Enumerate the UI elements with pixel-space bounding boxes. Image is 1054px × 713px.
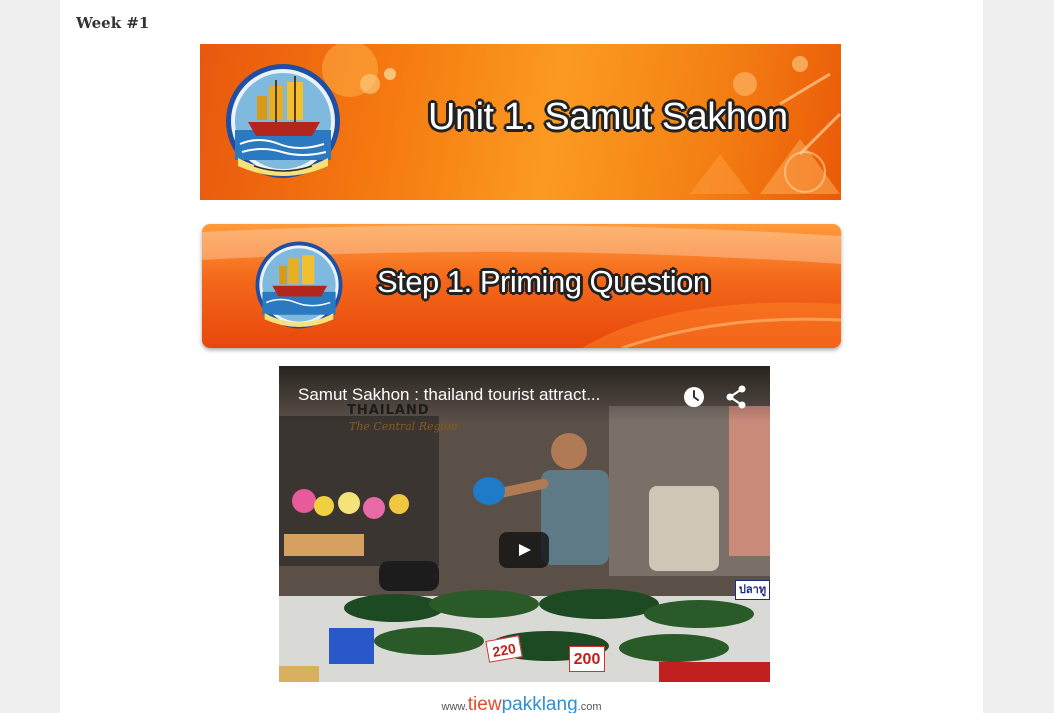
channel-watermark-sub: The Central Region [349, 420, 458, 433]
website-prefix: www. [441, 701, 468, 713]
shop-sign: ปลาทู [735, 580, 770, 600]
share-icon[interactable] [725, 385, 747, 409]
unit-banner: Unit 1. Samut Sakhon [200, 44, 841, 200]
embedded-video-player[interactable]: 220 200 ปลาทู Samut Sakhon : thailand to… [279, 366, 770, 682]
video-title[interactable]: Samut Sakhon : thailand tourist attract.… [298, 385, 600, 405]
province-seal-logo [226, 64, 340, 178]
channel-watermark: THAILAND [347, 403, 430, 418]
watch-later-icon[interactable] [683, 386, 705, 408]
website-suffix: .com [577, 701, 602, 713]
province-seal-logo-small [255, 241, 343, 329]
website-name-part: tiew [467, 694, 502, 713]
website-caption: www.tiewpakklang.com [60, 694, 983, 713]
content-page: Week #1 Unit 1. Samut Sakhon Step 1. Pri… [60, 0, 983, 713]
play-button[interactable] [499, 532, 549, 568]
price-tag: 200 [569, 646, 605, 672]
unit-banner-title: Unit 1. Samut Sakhon [428, 96, 788, 138]
week-heading: Week #1 [76, 14, 150, 32]
step-banner: Step 1. Priming Question [202, 224, 841, 348]
step-banner-title: Step 1. Priming Question [377, 264, 710, 299]
website-name-part: pakklang [501, 694, 578, 713]
